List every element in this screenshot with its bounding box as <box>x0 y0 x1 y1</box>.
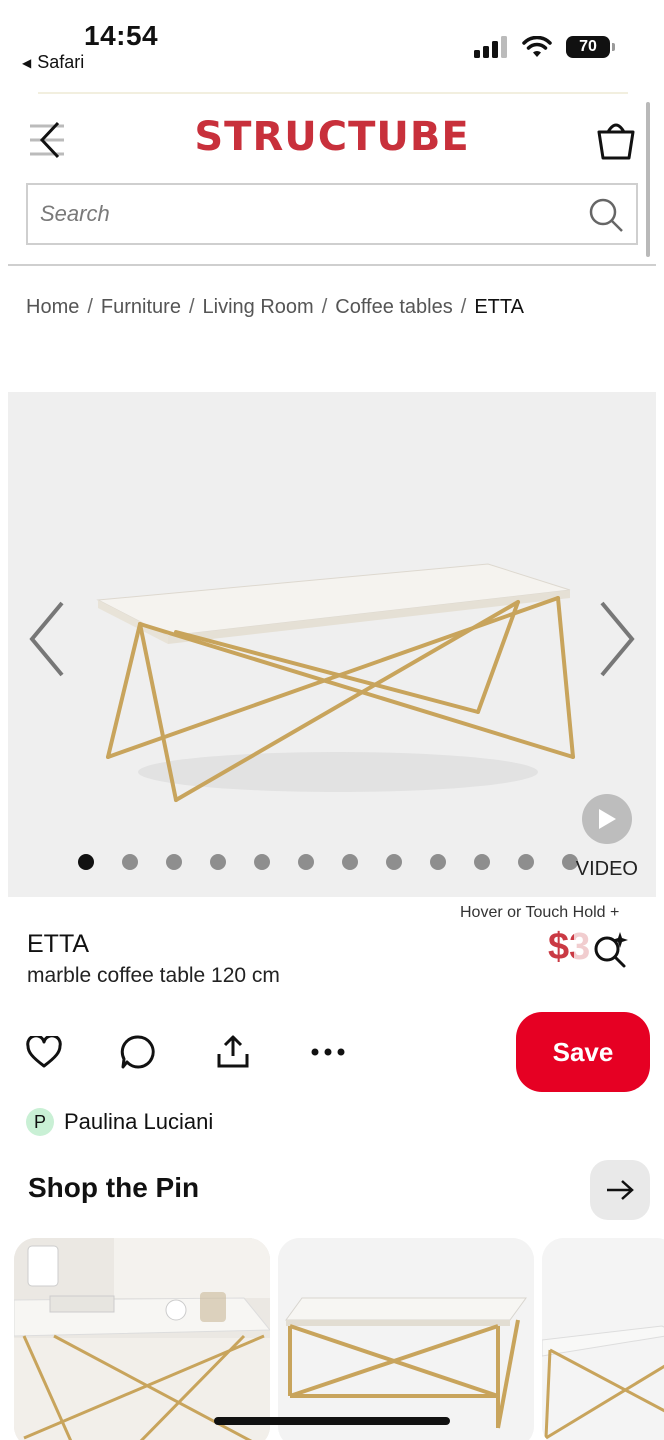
header-divider <box>8 264 656 266</box>
avatar: P <box>26 1108 54 1136</box>
breadcrumb-furniture[interactable]: Furniture <box>101 296 181 319</box>
arrow-right-icon <box>607 1180 634 1200</box>
breadcrumb-separator: / <box>321 296 328 318</box>
breadcrumb-separator: / <box>87 296 93 318</box>
status-indicators: 70 <box>474 36 615 58</box>
hover-hint: Hover or Touch Hold + <box>460 904 620 921</box>
carousel-dot[interactable] <box>78 854 94 870</box>
cart-icon[interactable] <box>596 118 636 160</box>
wifi-icon <box>522 36 552 57</box>
save-button[interactable]: Save <box>516 1012 650 1092</box>
breadcrumb-coffee-tables[interactable]: Coffee tables <box>335 296 453 319</box>
product-thumbnail <box>278 1238 534 1440</box>
carousel-dot[interactable] <box>518 854 534 870</box>
like-button[interactable] <box>24 1032 64 1072</box>
carousel-dot[interactable] <box>166 854 182 870</box>
shop-product-card[interactable] <box>542 1238 664 1440</box>
search-icon[interactable] <box>588 197 624 233</box>
status-time: 14:54 <box>84 20 159 51</box>
status-bar: 14:54 ◀ Safari 70 <box>0 0 664 90</box>
signal-icon <box>474 36 507 58</box>
back-triangle-icon: ◀ <box>22 55 32 70</box>
site-search-input[interactable] <box>28 185 568 243</box>
site-logo[interactable]: STRUCTUBE <box>8 114 656 160</box>
back-app-label: Safari <box>37 52 85 72</box>
visual-search-icon[interactable] <box>590 930 630 970</box>
video-play-button[interactable] <box>582 794 632 844</box>
carousel-dot[interactable] <box>254 854 270 870</box>
product-image-stage: VIDEO <box>8 392 656 897</box>
breadcrumb-separator: / <box>460 296 467 318</box>
shop-product-card[interactable] <box>14 1238 270 1440</box>
coffee-table-image <box>96 563 575 802</box>
breadcrumb-living-room[interactable]: Living Room <box>203 296 314 319</box>
carousel-dot[interactable] <box>342 854 358 870</box>
product-price: $3 <box>548 926 645 974</box>
video-label[interactable]: VIDEO <box>576 858 638 881</box>
breadcrumb-home[interactable]: Home <box>26 296 79 319</box>
site-search-box[interactable] <box>26 183 638 245</box>
pin-creator[interactable]: P Paulina Luciani <box>26 1108 213 1136</box>
breadcrumb-current: ETTA <box>474 296 524 318</box>
carousel-dot[interactable] <box>210 854 226 870</box>
carousel-dot[interactable] <box>430 854 446 870</box>
comment-icon <box>120 1035 155 1069</box>
pin-actions: Save <box>0 1012 664 1094</box>
comment-button[interactable] <box>118 1032 158 1072</box>
more-dots-icon <box>311 1048 345 1056</box>
product-thumbnail <box>542 1238 664 1440</box>
shop-product-card[interactable] <box>278 1238 534 1440</box>
carousel-dot[interactable] <box>386 854 402 870</box>
home-indicator[interactable] <box>214 1417 450 1425</box>
carousel-prev-icon[interactable] <box>24 597 74 681</box>
carousel-next-icon[interactable] <box>590 597 640 681</box>
shop-products-row <box>14 1238 664 1440</box>
carousel-dot[interactable] <box>122 854 138 870</box>
carousel-dots <box>78 854 578 870</box>
shop-the-pin-arrow-button[interactable] <box>590 1160 650 1220</box>
product-thumbnail <box>14 1238 270 1440</box>
carousel-dot[interactable] <box>298 854 314 870</box>
more-options-button[interactable] <box>308 1032 348 1072</box>
top-rule <box>38 92 628 94</box>
carousel-dot[interactable] <box>474 854 490 870</box>
pin-image[interactable]: STRUCTUBE Home / Furniture / Living Room… <box>8 92 656 902</box>
site-header: STRUCTUBE <box>8 108 656 168</box>
shop-the-pin-title: Shop the Pin <box>28 1172 200 1203</box>
battery-icon: 70 <box>566 36 615 58</box>
heart-icon <box>26 1036 62 1068</box>
creator-name: Paulina Luciani <box>64 1109 214 1134</box>
back-to-app[interactable]: ◀ Safari <box>22 52 84 73</box>
play-icon <box>599 809 616 829</box>
breadcrumb-separator: / <box>188 296 195 318</box>
share-icon <box>217 1035 249 1068</box>
share-button[interactable] <box>213 1032 253 1072</box>
breadcrumb: Home / Furniture / Living Room / Coffee … <box>26 296 524 319</box>
product-name: ETTA <box>27 930 90 958</box>
product-description: marble coffee table 120 cm <box>27 964 280 987</box>
